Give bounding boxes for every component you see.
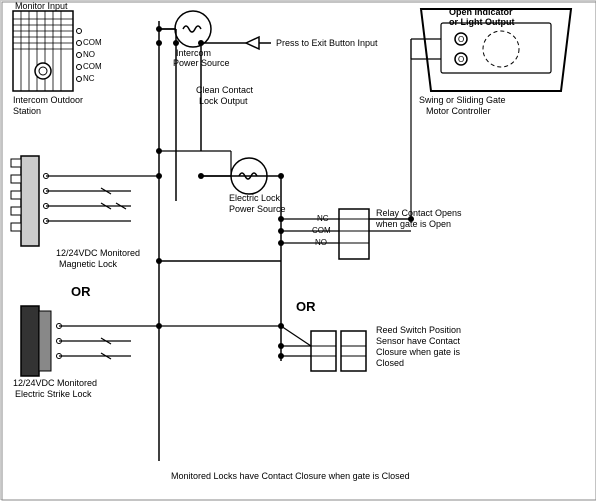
monitor-input-label: Monitor Input <box>15 1 68 11</box>
svg-text:Magnetic Lock: Magnetic Lock <box>59 259 118 269</box>
svg-text:Press to Exit Button Input: Press to Exit Button Input <box>276 38 378 48</box>
svg-text:OR: OR <box>71 284 91 299</box>
svg-text:Lock Output: Lock Output <box>199 96 248 106</box>
intercom-outdoor-label: Intercom Outdoor <box>13 95 83 105</box>
svg-text:O: O <box>458 55 464 64</box>
svg-text:Reed Switch Position: Reed Switch Position <box>376 325 461 335</box>
svg-text:Station: Station <box>13 106 41 116</box>
svg-text:COM: COM <box>83 62 102 71</box>
svg-text:O: O <box>458 35 464 44</box>
svg-text:Electric Strike Lock: Electric Strike Lock <box>15 389 92 399</box>
svg-text:OR: OR <box>296 299 316 314</box>
svg-text:Swing or Sliding Gate: Swing or Sliding Gate <box>419 95 506 105</box>
svg-text:Motor Controller: Motor Controller <box>426 106 491 116</box>
svg-text:or Light Output: or Light Output <box>449 17 514 27</box>
svg-text:Intercom: Intercom <box>176 48 211 58</box>
svg-text:12/24VDC Monitored: 12/24VDC Monitored <box>13 378 97 388</box>
svg-text:Monitored Locks have Contact C: Monitored Locks have Contact Closure whe… <box>171 471 410 481</box>
svg-text:NO: NO <box>83 50 95 59</box>
svg-text:Clean Contact: Clean Contact <box>196 85 254 95</box>
svg-text:Closed: Closed <box>376 358 404 368</box>
svg-text:12/24VDC Monitored: 12/24VDC Monitored <box>56 248 140 258</box>
svg-text:Sensor have Contact: Sensor have Contact <box>376 336 461 346</box>
svg-text:Open Indicator: Open Indicator <box>449 7 513 17</box>
svg-text:Closure when gate is: Closure when gate is <box>376 347 461 357</box>
svg-text:Relay Contact Opens: Relay Contact Opens <box>376 208 462 218</box>
svg-text:NC: NC <box>83 74 95 83</box>
svg-text:Power Source: Power Source <box>229 204 286 214</box>
svg-text:COM: COM <box>83 38 102 47</box>
svg-text:Electric Lock: Electric Lock <box>229 193 281 203</box>
wiring-diagram: Monitor Input COM NO COM NC Intercom Out… <box>0 0 596 500</box>
